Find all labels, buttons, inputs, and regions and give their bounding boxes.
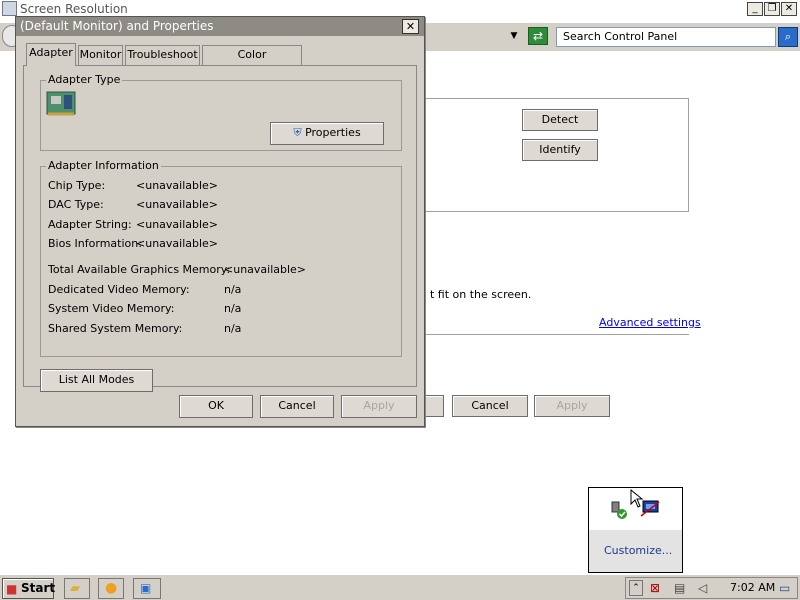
cancel-button[interactable]: Cancel	[260, 395, 334, 418]
display-settings-task-icon: ▣	[140, 581, 152, 595]
mouse-cursor-icon	[630, 489, 644, 508]
safely-remove-hardware-icon[interactable]	[609, 500, 629, 520]
dedicated-video-memory-value: n/a	[224, 283, 242, 296]
properties-button-label: Properties	[305, 126, 361, 139]
customize-link[interactable]: Customize...	[604, 544, 672, 557]
dedicated-video-memory-label: Dedicated Video Memory:	[48, 283, 190, 296]
total-graphics-memory-label: Total Available Graphics Memory:	[48, 263, 231, 276]
shared-system-memory-label: Shared System Memory:	[48, 322, 183, 335]
detect-button[interactable]: Detect	[522, 109, 598, 131]
explorer-quicklaunch[interactable]: ▰	[64, 578, 90, 599]
video-card-icon	[46, 91, 76, 116]
volume-muted-icon[interactable]: ◁	[698, 581, 707, 595]
adapter-information-label: Adapter Information	[46, 159, 161, 172]
identify-button[interactable]: Identify	[522, 139, 598, 161]
bg-ok-button[interactable]	[424, 395, 444, 417]
address-dropdown-icon[interactable]: ▼	[505, 28, 523, 44]
network-status-icon[interactable]: ▤	[674, 581, 685, 595]
taskbar: ■ Start ▰ ● ▣ ⌃ ⊠ ▤ ◁ 7:02 AM ▭	[0, 574, 800, 600]
bios-information-value: <unavailable>	[136, 237, 219, 250]
media-player-quicklaunch[interactable]: ●	[98, 578, 124, 599]
chip-type-label: Chip Type:	[48, 179, 106, 192]
close-button[interactable]: ✕	[781, 2, 797, 16]
tab-color-management[interactable]: Color Management	[202, 45, 302, 79]
bg-apply-button: Apply	[534, 395, 610, 417]
refresh-icon[interactable]: ⇄	[528, 27, 548, 45]
system-video-memory-value: n/a	[224, 302, 242, 315]
start-label: Start	[21, 581, 56, 595]
security-alert-icon[interactable]: ⊠	[650, 581, 660, 595]
shared-system-memory-value: n/a	[224, 322, 242, 335]
media-player-icon: ●	[105, 580, 118, 596]
windows-logo-icon: ■	[6, 582, 18, 596]
tray-popup-footer: Customize...	[589, 530, 682, 572]
tab-panel-adapter: Adapter Type ⛨ Properties Adapter Inform…	[23, 65, 417, 392]
apply-button: Apply	[341, 395, 417, 418]
show-hidden-icons-button[interactable]: ⌃	[629, 580, 643, 596]
background-window-title: Screen Resolution	[20, 2, 128, 16]
adapter-string-label: Adapter String:	[48, 218, 132, 231]
advanced-settings-link[interactable]: Advanced settings	[599, 316, 701, 329]
adapter-string-value: <unavailable>	[136, 218, 219, 231]
search-icon[interactable]: ⌕	[778, 27, 798, 47]
minimize-button[interactable]: _	[747, 2, 763, 16]
folder-icon: ▰	[70, 581, 80, 596]
chip-type-value: <unavailable>	[136, 179, 219, 192]
dialog-close-button[interactable]: ✕	[402, 19, 419, 34]
tab-monitor[interactable]: Monitor	[78, 45, 123, 65]
divider	[420, 334, 689, 335]
resolution-hint-text: t fit on the screen.	[430, 288, 532, 301]
display-settings-icon	[2, 1, 17, 16]
dac-type-label: DAC Type:	[48, 198, 104, 211]
shield-icon: ⛨	[293, 126, 302, 139]
search-input[interactable]: Search Control Panel	[556, 27, 776, 47]
ok-button[interactable]: OK	[179, 395, 253, 418]
dialog-title: (Default Monitor) and Properties	[20, 19, 214, 33]
tab-troubleshoot[interactable]: Troubleshoot	[125, 45, 200, 65]
start-button[interactable]: ■ Start	[2, 578, 56, 599]
system-video-memory-label: System Video Memory:	[48, 302, 175, 315]
display-settings-task[interactable]: ▣	[133, 578, 161, 599]
list-all-modes-button[interactable]: List All Modes	[40, 369, 153, 392]
show-desktop-icon[interactable]: ▭	[779, 581, 790, 595]
adapter-type-label: Adapter Type	[46, 73, 123, 86]
tray-popup-icon-area	[589, 488, 682, 530]
properties-button[interactable]: ⛨ Properties	[270, 122, 384, 145]
bios-information-label: Bios Information:	[48, 237, 142, 250]
dac-type-value: <unavailable>	[136, 198, 219, 211]
clock[interactable]: 7:02 AM	[730, 581, 775, 594]
restore-button[interactable]: ❐	[764, 2, 780, 16]
bg-cancel-button[interactable]: Cancel	[452, 395, 528, 417]
system-tray: ⌃ ⊠ ▤ ◁ 7:02 AM ▭	[625, 577, 798, 599]
tab-adapter[interactable]: Adapter	[26, 43, 76, 66]
adapter-properties-dialog: (Default Monitor) and Properties ✕ Adapt…	[15, 16, 425, 427]
tray-overflow-popup: Customize...	[588, 487, 683, 573]
total-graphics-memory-value: <unavailable>	[224, 263, 307, 276]
